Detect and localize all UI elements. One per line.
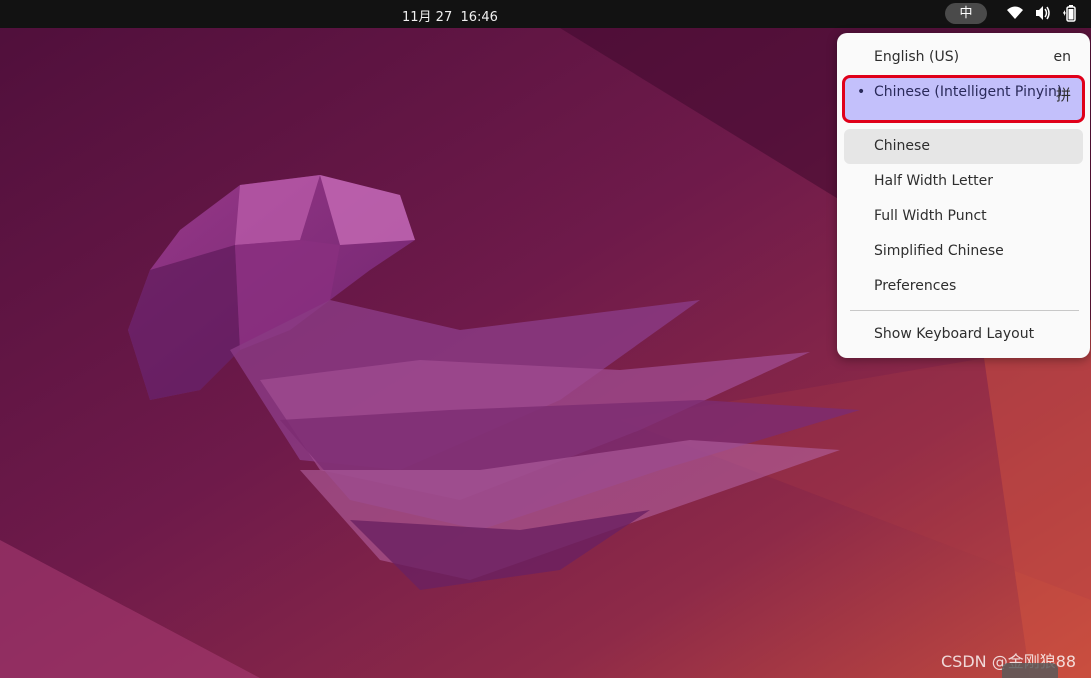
menu-item-label: Show Keyboard Layout: [874, 326, 1035, 342]
menu-item-label: Chinese (Intelligent Pinyin): [874, 84, 1063, 100]
volume-icon[interactable]: [1034, 4, 1052, 22]
menu-item-chinese-intelligent-pinyin[interactable]: • Chinese (Intelligent Pinyin) 拼: [842, 75, 1085, 123]
menu-item-full-width-punct[interactable]: Full Width Punct: [844, 199, 1083, 234]
bottom-panel-handle[interactable]: [1002, 663, 1058, 678]
menu-item-label: Simplified Chinese: [874, 243, 1004, 259]
menu-item-show-keyboard-layout[interactable]: Show Keyboard Layout: [844, 317, 1083, 352]
menu-item-label: English (US): [874, 49, 960, 65]
input-method-menu: English (US) en • Chinese (Intelligent P…: [837, 33, 1090, 358]
desktop-screen: 11月 27 16:46 中 English (US) en • Chinese…: [0, 0, 1091, 678]
menu-item-label: Half Width Letter: [874, 173, 994, 189]
menu-item-simplified-chinese[interactable]: Simplified Chinese: [844, 234, 1083, 269]
top-bar: 11月 27 16:46 中: [0, 0, 1091, 28]
menu-item-label: Full Width Punct: [874, 208, 987, 224]
menu-item-half-width-letter[interactable]: Half Width Letter: [844, 164, 1083, 199]
menu-separator: [850, 310, 1079, 311]
input-method-indicator[interactable]: 中: [945, 3, 987, 24]
battery-icon[interactable]: [1061, 4, 1079, 22]
menu-item-chinese[interactable]: Chinese: [844, 129, 1083, 164]
wifi-icon[interactable]: [1006, 4, 1024, 22]
menu-item-label: Preferences: [874, 278, 957, 294]
selected-bullet-icon: •: [857, 84, 866, 100]
menu-item-preferences[interactable]: Preferences: [844, 269, 1083, 304]
menu-item-shortcut: 拼: [1055, 86, 1071, 104]
menu-item-label: Chinese: [874, 138, 930, 154]
menu-item-english-us[interactable]: English (US) en: [844, 40, 1083, 75]
clock[interactable]: 11月 27 16:46: [402, 6, 498, 25]
menu-item-shortcut: en: [1053, 49, 1072, 65]
